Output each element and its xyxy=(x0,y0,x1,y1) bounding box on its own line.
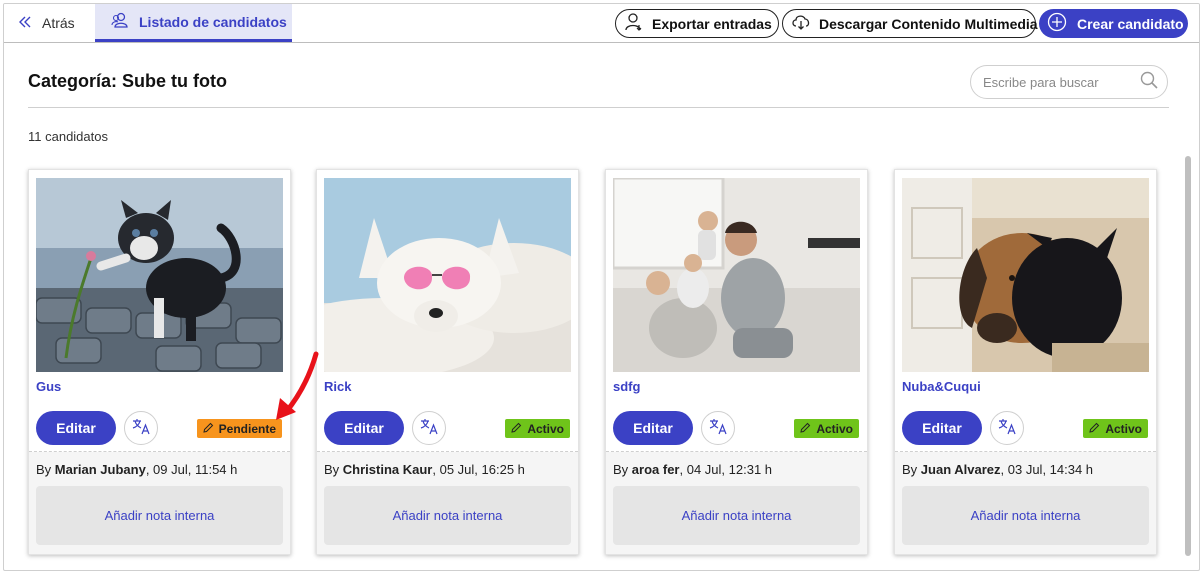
search-box[interactable] xyxy=(970,65,1168,99)
candidate-count: 11 candidatos xyxy=(28,129,108,144)
edit-button[interactable]: Editar xyxy=(613,411,693,445)
translate-button[interactable] xyxy=(701,411,735,445)
page-title: Categoría: Sube tu foto xyxy=(28,71,227,91)
status-badge[interactable]: Pendiente xyxy=(196,419,282,438)
candidate-card: Gus Editar Pendiente By Marian Jubany, 0… xyxy=(28,169,291,555)
candidate-name[interactable]: Gus xyxy=(36,379,61,394)
edit-button[interactable]: Editar xyxy=(902,411,982,445)
card-body: Gus Editar Pendiente xyxy=(29,170,290,452)
author-name: Marian Jubany xyxy=(54,462,146,477)
status-badge[interactable]: Activo xyxy=(794,419,859,438)
add-internal-note-button[interactable]: Añadir nota interna xyxy=(36,486,283,545)
author-line: By Marian Jubany, 09 Jul, 11:54 h xyxy=(36,462,237,477)
status-label: Activo xyxy=(1105,421,1142,436)
candidate-photo[interactable] xyxy=(324,178,571,372)
candidate-card: Nuba&Cuqui Editar Activo By Juan Alvarez… xyxy=(894,169,1157,555)
status-label: Activo xyxy=(527,421,564,436)
create-candidate-button[interactable]: Crear candidato xyxy=(1039,9,1188,38)
download-label: Descargar Contenido Multimedia xyxy=(819,15,1038,32)
edit-button[interactable]: Editar xyxy=(324,411,404,445)
by-prefix: By xyxy=(36,462,52,477)
card-body: Rick Editar Activo xyxy=(317,170,578,452)
pencil-icon xyxy=(203,422,214,436)
author-line: By aroa fer, 04 Jul, 12:31 h xyxy=(613,462,772,477)
translate-icon xyxy=(708,416,728,441)
search-input[interactable] xyxy=(983,74,1139,90)
candidate-photo[interactable] xyxy=(902,178,1149,372)
candidate-name[interactable]: Nuba&Cuqui xyxy=(902,379,981,394)
tab-label: Listado de candidatos xyxy=(139,13,287,30)
author-name: Juan Alvarez xyxy=(920,462,1001,477)
candidate-name[interactable]: sdfg xyxy=(613,379,640,394)
pencil-icon xyxy=(1089,422,1100,436)
app-window: Atrás Listado de candidatos Exportar ent… xyxy=(3,3,1200,571)
export-entries-button[interactable]: Exportar entradas xyxy=(615,9,779,38)
submitted-date: , 03 Jul, 14:34 h xyxy=(1000,462,1094,477)
translate-button[interactable] xyxy=(124,411,158,445)
author-line: By Juan Alvarez, 03 Jul, 14:34 h xyxy=(902,462,1093,477)
top-toolbar: Atrás Listado de candidatos Exportar ent… xyxy=(4,4,1199,43)
status-badge[interactable]: Activo xyxy=(505,419,570,438)
edit-button[interactable]: Editar xyxy=(36,411,116,445)
candidate-name[interactable]: Rick xyxy=(324,379,351,394)
back-label: Atrás xyxy=(42,15,75,31)
submitted-date: , 04 Jul, 12:31 h xyxy=(679,462,773,477)
by-prefix: By xyxy=(902,462,918,477)
pencil-icon xyxy=(800,422,811,436)
translate-icon xyxy=(419,416,439,441)
status-badge[interactable]: Activo xyxy=(1083,419,1148,438)
export-label: Exportar entradas xyxy=(652,15,772,32)
pencil-icon xyxy=(511,422,522,436)
download-media-button[interactable]: Descargar Contenido Multimedia xyxy=(782,9,1038,38)
translate-icon xyxy=(131,416,151,441)
create-label: Crear candidato xyxy=(1077,15,1184,32)
annotation-arrow-icon xyxy=(276,351,319,420)
author-name: aroa fer xyxy=(631,462,680,477)
translate-button[interactable] xyxy=(990,411,1024,445)
add-internal-note-button[interactable]: Añadir nota interna xyxy=(902,486,1149,545)
submitted-date: , 05 Jul, 16:25 h xyxy=(432,462,525,477)
candidate-card: sdfg Editar Activo By aroa fer, 04 Jul, … xyxy=(605,169,868,555)
author-line: By Christina Kaur, 05 Jul, 16:25 h xyxy=(324,462,525,477)
add-internal-note-button[interactable]: Añadir nota interna xyxy=(324,486,571,545)
author-name: Christina Kaur xyxy=(342,462,433,477)
translate-icon xyxy=(997,416,1017,441)
search-icon[interactable] xyxy=(1139,70,1159,95)
candidate-photo[interactable] xyxy=(36,178,283,372)
card-body: sdfg Editar Activo xyxy=(606,170,867,452)
submitted-date: , 09 Jul, 11:54 h xyxy=(145,462,238,477)
user-download-icon xyxy=(624,12,644,35)
candidate-photo[interactable] xyxy=(613,178,860,372)
translate-button[interactable] xyxy=(412,411,446,445)
scrollbar[interactable] xyxy=(1185,156,1191,556)
back-button[interactable]: Atrás xyxy=(18,4,75,42)
users-icon xyxy=(111,11,129,32)
tab-candidates-list[interactable]: Listado de candidatos xyxy=(95,4,292,42)
plus-circle-icon xyxy=(1047,12,1067,35)
by-prefix: By xyxy=(613,462,629,477)
status-label: Pendiente xyxy=(218,421,276,436)
by-prefix: By xyxy=(324,462,340,477)
chevrons-left-icon xyxy=(18,15,32,32)
candidate-card: Rick Editar Activo By Christina Kaur, 05… xyxy=(316,169,579,555)
header-divider xyxy=(28,107,1169,108)
status-label: Activo xyxy=(816,421,853,436)
cloud-download-icon xyxy=(791,12,811,35)
add-internal-note-button[interactable]: Añadir nota interna xyxy=(613,486,860,545)
card-body: Nuba&Cuqui Editar Activo xyxy=(895,170,1156,452)
